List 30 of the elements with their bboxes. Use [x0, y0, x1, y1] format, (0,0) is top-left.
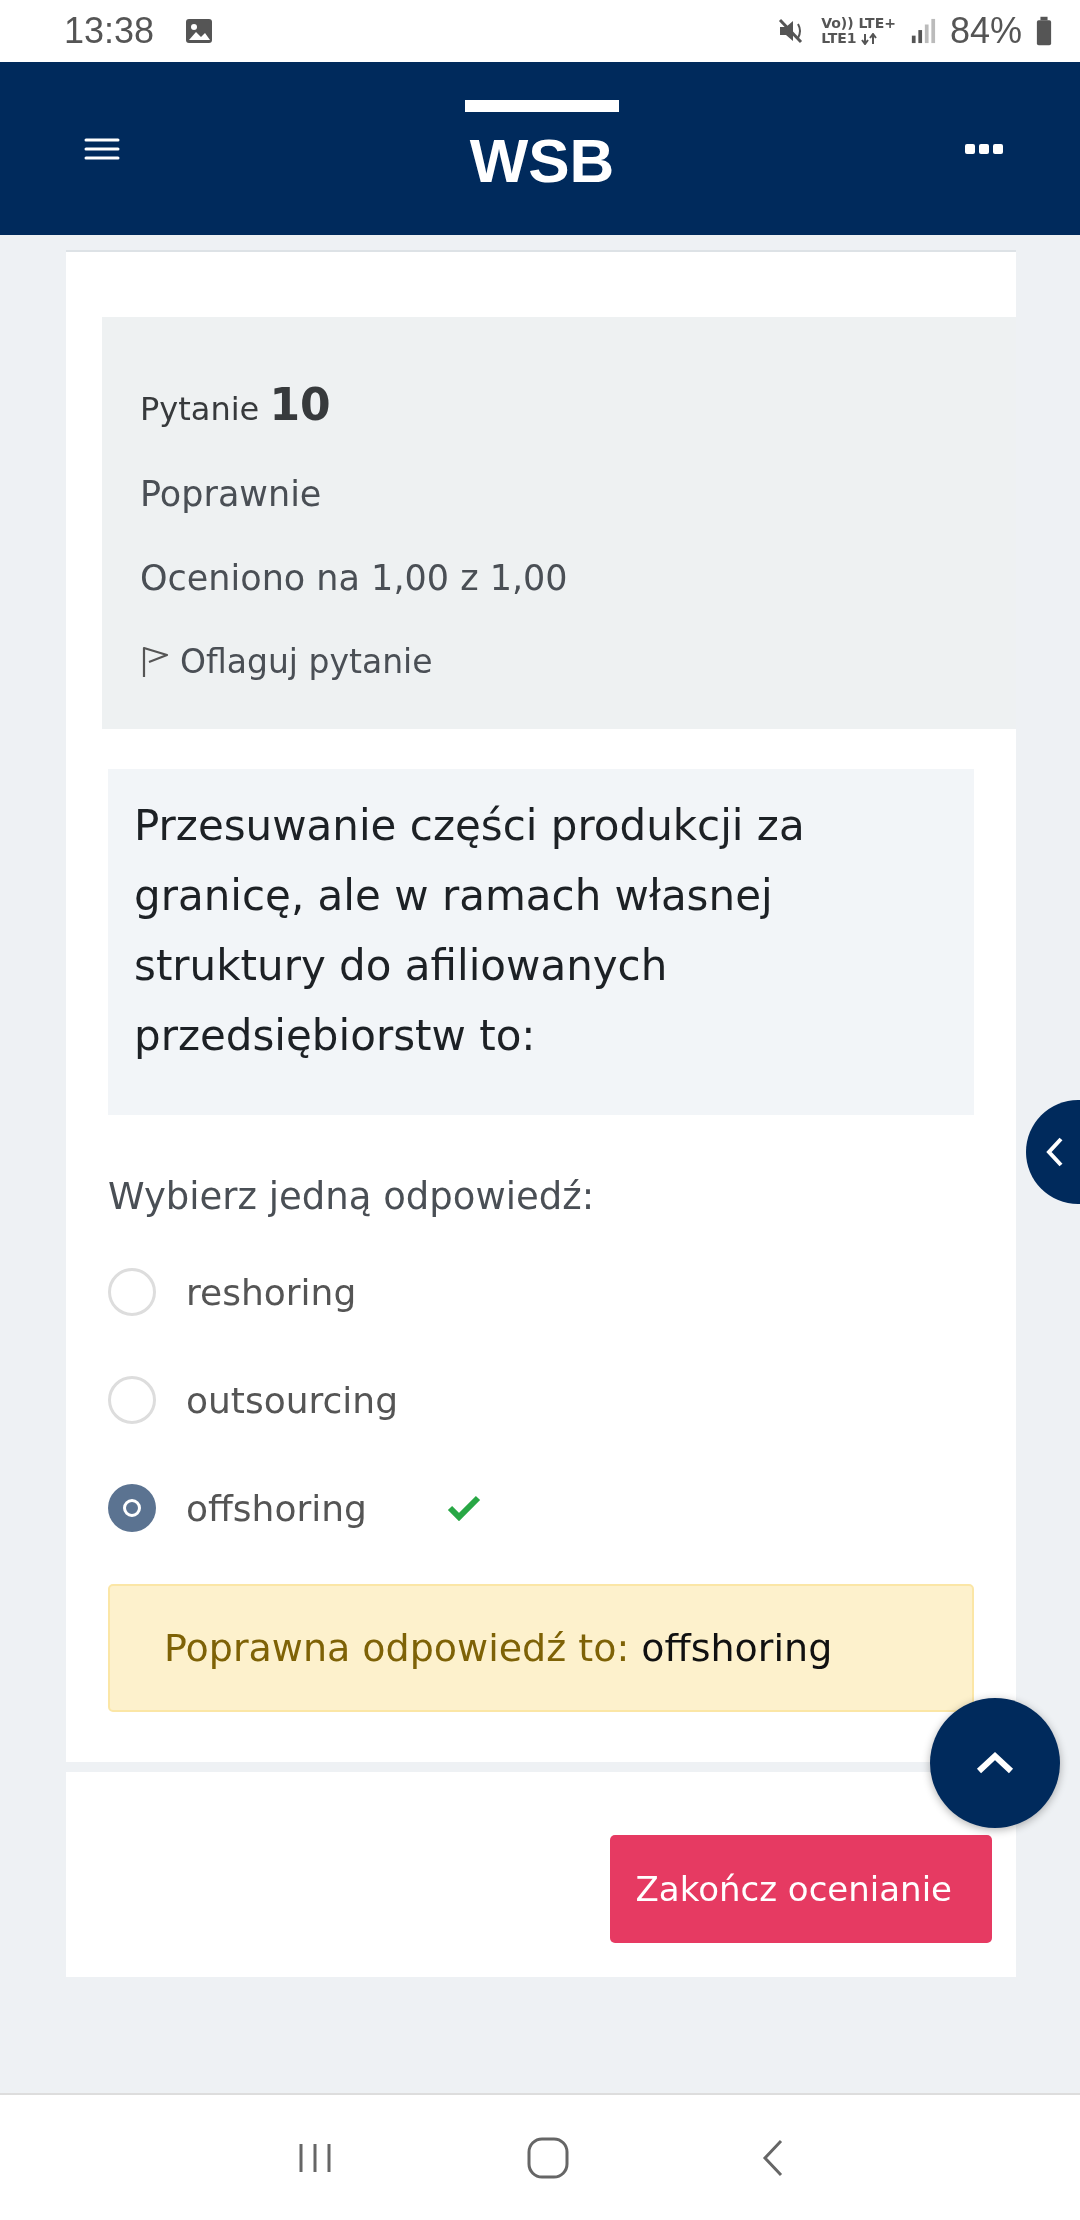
- radio-button[interactable]: [108, 1484, 156, 1532]
- back-icon[interactable]: [760, 2137, 785, 2178]
- flag-question-link[interactable]: Oflaguj pytanie: [140, 642, 433, 681]
- finish-review-button[interactable]: Zakończ ocenianie: [609, 1835, 992, 1943]
- network-label: LTE1: [821, 31, 896, 46]
- question-number: Pytanie 10: [140, 379, 331, 430]
- logo: WSB: [465, 99, 619, 192]
- more-icon: [964, 141, 1004, 156]
- radio-button[interactable]: [108, 1268, 156, 1316]
- data-arrows-icon: [861, 33, 878, 45]
- question-state: Poprawnie: [140, 474, 322, 514]
- battery-icon: [1036, 16, 1052, 46]
- image-icon: [184, 16, 215, 46]
- battery-level: 84%: [949, 10, 1022, 52]
- chevron-left-icon: [1045, 1136, 1065, 1168]
- question-grade: Oceniono na 1,00 z 1,00: [140, 558, 568, 598]
- question-text: Przesuwanie części produkcji za granicę, ale w ramach własnej struktury do afiliowanych przedsiębiorstw to:: [108, 769, 974, 1115]
- answer-prompt: Wybierz jedną odpowiedź:: [108, 1175, 596, 1218]
- correct-answer-note: Poprawna odpowiedź to: offshoring: [108, 1584, 974, 1712]
- status-time: 13:38: [64, 10, 155, 52]
- chevron-up-icon: [975, 1751, 1015, 1775]
- option-label[interactable]: offshoring: [186, 1487, 367, 1529]
- network-label: Vo)) LTE+: [821, 16, 896, 31]
- signal-icon: [909, 17, 936, 45]
- home-icon[interactable]: [526, 2135, 570, 2180]
- option-label[interactable]: outsourcing: [186, 1379, 399, 1421]
- radio-button[interactable]: [108, 1376, 156, 1424]
- flag-icon: [140, 644, 170, 679]
- menu-icon: [84, 136, 120, 161]
- option-label[interactable]: reshoring: [186, 1271, 357, 1313]
